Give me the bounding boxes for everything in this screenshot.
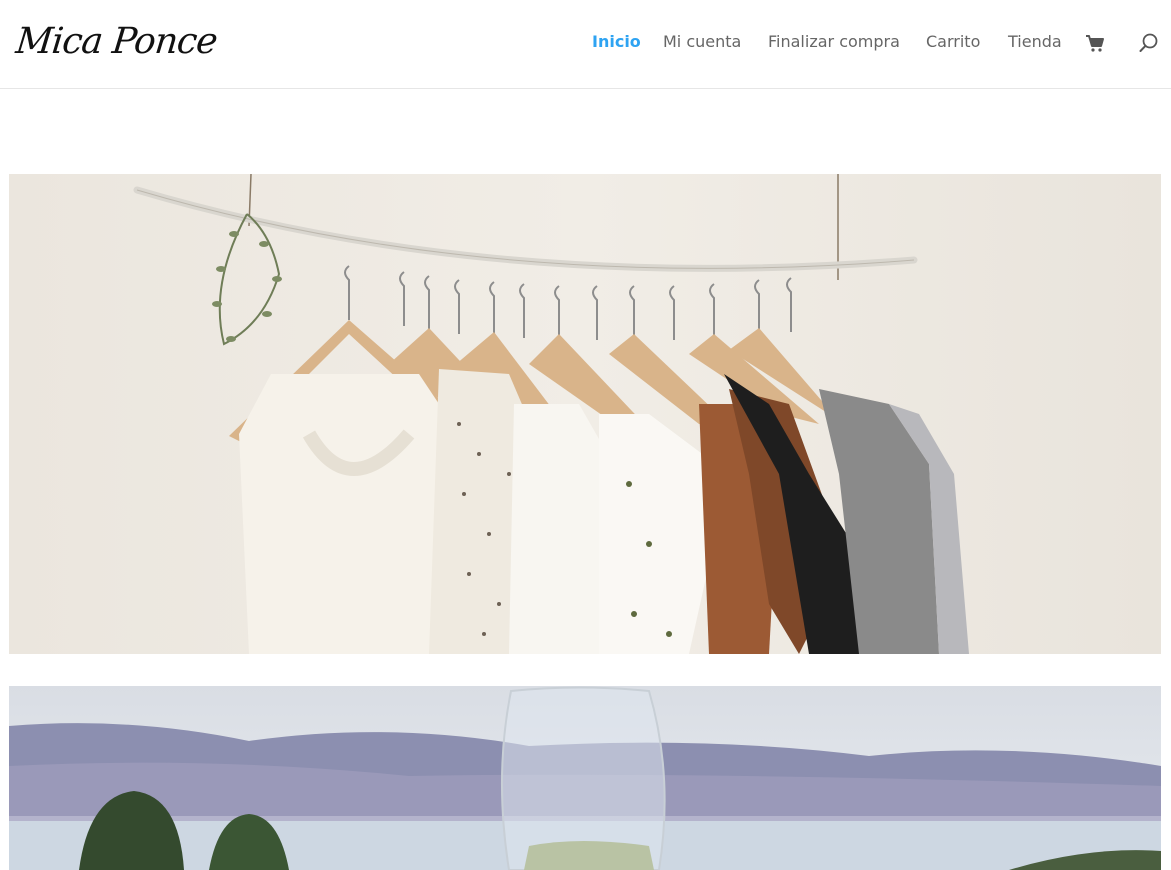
wine-glass-lake-photo	[9, 686, 1161, 870]
shopping-cart-icon[interactable]	[1084, 32, 1106, 54]
hero-image-wine-glass	[9, 686, 1161, 870]
nav-item-mi-cuenta[interactable]: Mi cuenta	[663, 32, 741, 52]
hero-image-clothes	[9, 174, 1161, 654]
clothes-rack-photo	[9, 174, 1161, 654]
nav-item-carrito[interactable]: Carrito	[926, 32, 980, 52]
main-nav: Inicio Mi cuenta Finalizar compra Carrit…	[0, 0, 1171, 88]
nav-item-inicio[interactable]: Inicio	[592, 32, 641, 52]
site-header: Mica Ponce Inicio Mi cuenta Finalizar co…	[0, 0, 1171, 89]
nav-item-finalizar-compra[interactable]: Finalizar compra	[768, 32, 900, 52]
search-icon[interactable]	[1138, 32, 1160, 54]
nav-item-tienda[interactable]: Tienda	[1008, 32, 1062, 52]
